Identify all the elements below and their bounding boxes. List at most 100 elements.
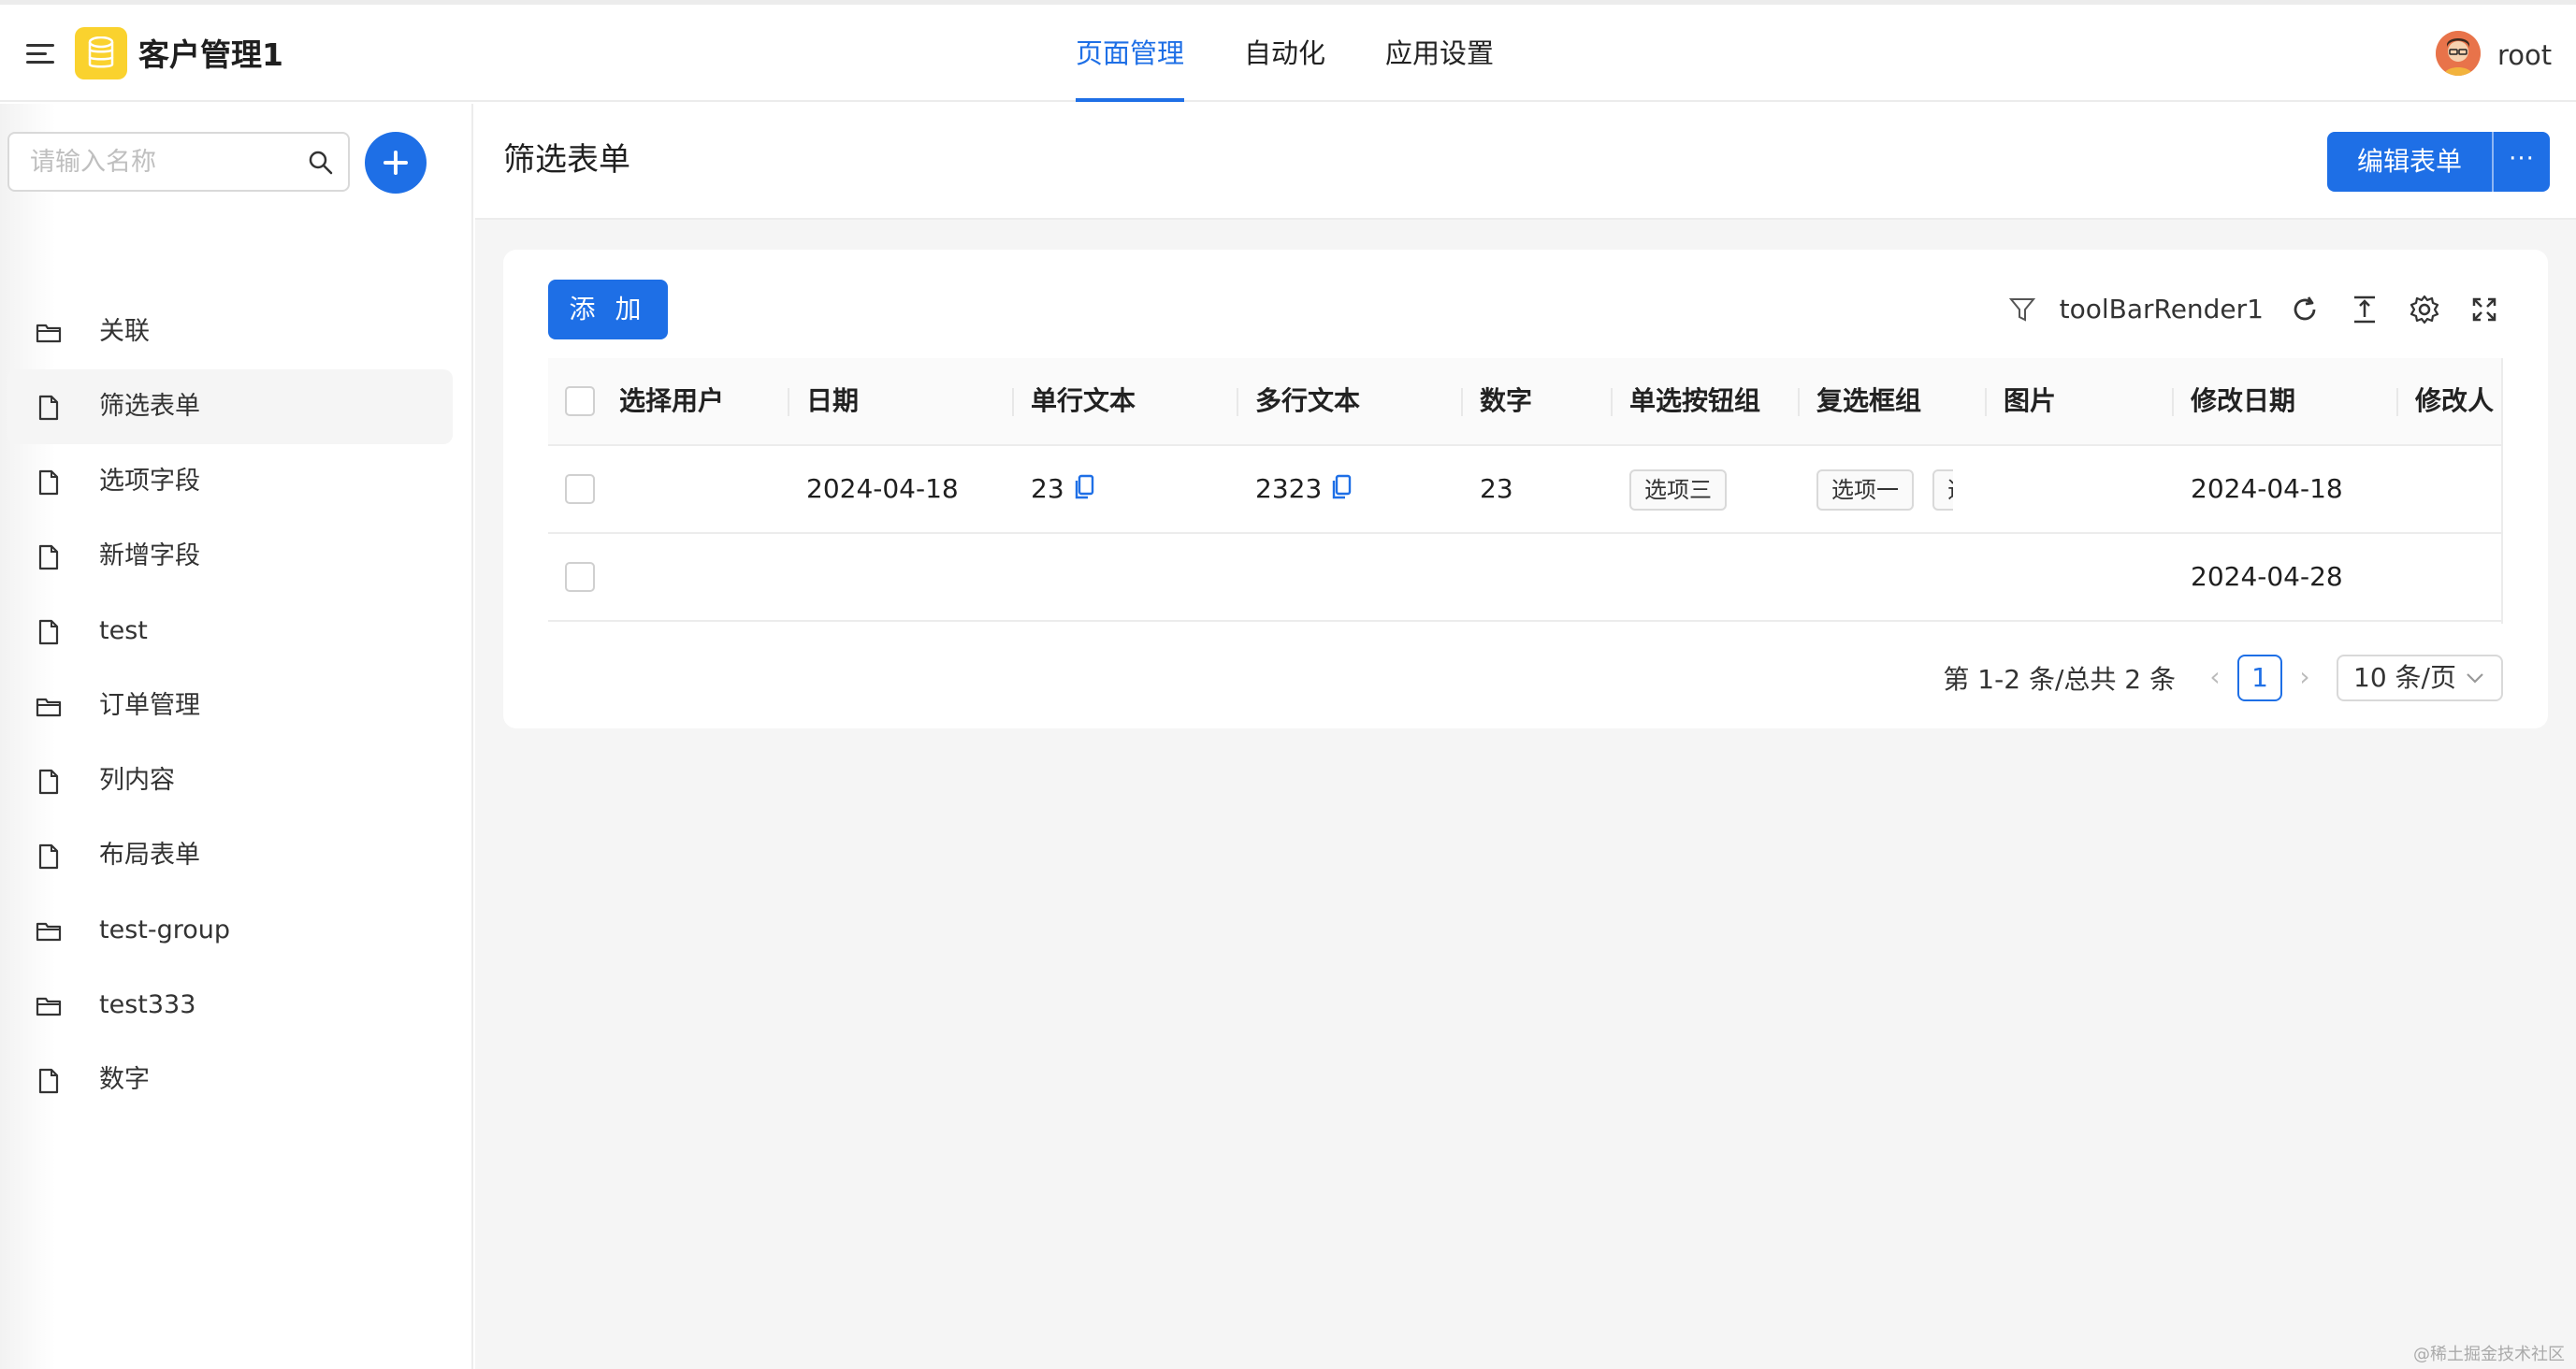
table-row[interactable]: 2024-04-28: [548, 534, 2501, 622]
sidebar-item[interactable]: 选项字段: [7, 444, 453, 519]
sidebar-item-label: 新增字段: [99, 541, 200, 570]
next-page-icon[interactable]: ›: [2292, 654, 2318, 702]
sidebar-item-label: 筛选表单: [99, 392, 200, 421]
cell-multi-text: 2323: [1255, 446, 1352, 532]
folder-icon: [36, 918, 62, 944]
column-header[interactable]: 多行文本: [1255, 358, 1360, 444]
sidebar-item[interactable]: 订单管理: [7, 669, 453, 743]
page-title: 筛选表单: [503, 141, 630, 179]
radio-tag: 选项三: [1629, 469, 1727, 511]
sidebar-item[interactable]: test333: [7, 968, 453, 1043]
checkbox-tag: 选项一: [1816, 469, 1914, 511]
sidebar-item-label: test: [99, 616, 148, 645]
sidebar-item[interactable]: 新增字段: [7, 519, 453, 594]
search-icon[interactable]: [307, 149, 335, 177]
sidebar-item[interactable]: 数字: [7, 1043, 453, 1117]
pagination: 第 1-2 条/总共 2 条 ‹ 1 › 10 条/页: [1943, 654, 2503, 702]
reload-icon[interactable]: [2286, 291, 2323, 328]
sidebar-item[interactable]: 筛选表单: [7, 369, 453, 444]
filter-icon[interactable]: [2004, 291, 2041, 328]
tab-app-settings[interactable]: 应用设置: [1385, 5, 1494, 102]
table-card: 添 加 toolBarRender1 选择用户 日期 单行文本 多行文本 数字 …: [503, 250, 2548, 728]
sidebar-item-label: 订单管理: [99, 691, 200, 720]
pagination-total: 第 1-2 条/总共 2 条: [1943, 664, 2176, 695]
page-size-value: 10 条/页: [2353, 662, 2456, 693]
more-options-button[interactable]: ···: [2492, 132, 2551, 192]
sidebar-item[interactable]: test-group: [7, 893, 453, 968]
cell-single-text-value: 23: [1031, 473, 1064, 504]
edit-button-group: 编辑表单 ···: [2327, 132, 2551, 192]
page-size-select[interactable]: 10 条/页: [2337, 655, 2503, 701]
column-header[interactable]: 日期: [806, 358, 859, 444]
table-row[interactable]: 2024-04-18 23 2323 23 选项三 选项一选 2024-04-1…: [548, 446, 2501, 534]
search-input[interactable]: [30, 141, 292, 182]
column-header[interactable]: 图片: [2004, 358, 2056, 444]
cell-multi-text-value: 2323: [1255, 473, 1323, 504]
folder-icon: [36, 993, 62, 1019]
cell-single-text: 23: [1031, 446, 1094, 532]
file-icon: [36, 769, 62, 795]
column-header[interactable]: 修改日期: [2191, 358, 2295, 444]
file-icon: [36, 544, 62, 570]
edit-form-button[interactable]: 编辑表单: [2327, 132, 2493, 192]
file-icon: [36, 619, 62, 645]
cell-modified-date: 2024-04-28: [2191, 561, 2343, 592]
cell-number: 23: [1480, 473, 1513, 504]
cell-modified-date: 2024-04-18: [2191, 473, 2343, 504]
search-box: [7, 132, 350, 192]
column-header[interactable]: 选择用户: [619, 358, 724, 444]
file-icon: [36, 843, 62, 870]
sidebar: 关联筛选表单选项字段新增字段 test 订单管理列内容布局表单 test-group t…: [0, 104, 473, 1369]
column-height-icon[interactable]: [2346, 291, 2383, 328]
row-checkbox[interactable]: [565, 474, 595, 504]
cell-checkbox-group: 选项一选: [1816, 446, 1953, 532]
add-page-button[interactable]: [365, 132, 427, 194]
sidebar-item-label: 列内容: [99, 766, 175, 795]
avatar[interactable]: [2436, 31, 2481, 76]
file-icon: [36, 469, 62, 496]
settings-icon[interactable]: [2406, 291, 2443, 328]
copy-icon[interactable]: [1331, 474, 1352, 500]
sidebar-item[interactable]: test: [7, 594, 453, 669]
folder-icon: [36, 694, 62, 720]
table-toolbar: toolBarRender1: [2004, 291, 2503, 328]
row-checkbox[interactable]: [565, 562, 595, 592]
folder-icon: [36, 320, 62, 346]
sidebar-item[interactable]: 关联: [7, 295, 453, 369]
database-icon: [75, 27, 127, 79]
chevron-down-icon: [2467, 673, 2483, 684]
prev-page-icon[interactable]: ‹: [2202, 654, 2228, 702]
sidebar-item-label: test-group: [99, 915, 231, 944]
toolbar-render-label: toolBarRender1: [2059, 294, 2264, 324]
fullscreen-icon[interactable]: [2466, 291, 2503, 328]
tab-automation[interactable]: 自动化: [1244, 5, 1325, 102]
sidebar-item[interactable]: 列内容: [7, 743, 453, 818]
sidebar-item-label: test333: [99, 990, 196, 1019]
sidebar-item-label: 数字: [99, 1065, 150, 1094]
add-record-button[interactable]: 添 加: [548, 280, 668, 339]
sidebar-item-label: 布局表单: [99, 841, 200, 870]
main-content: 筛选表单 编辑表单 ··· 添 加 toolBarRender1 选择用户 日期…: [475, 104, 2576, 1369]
column-header[interactable]: 数字: [1480, 358, 1532, 444]
watermark: @稀土掘金技术社区: [2413, 1345, 2565, 1364]
sidebar-item[interactable]: 布局表单: [7, 818, 453, 893]
user-name[interactable]: root: [2497, 38, 2552, 72]
column-header[interactable]: 单选按钮组: [1629, 358, 1760, 444]
sidebar-item-label: 关联: [99, 317, 150, 346]
app-header: 客户管理1 页面管理 自动化 应用设置 root: [0, 5, 2576, 102]
tab-page-management[interactable]: 页面管理: [1076, 5, 1185, 102]
menu-toggle-icon[interactable]: [26, 40, 58, 68]
page-header: 筛选表单 编辑表单 ···: [475, 104, 2576, 220]
table-header: 选择用户 日期 单行文本 多行文本 数字 单选按钮组 复选框组 图片 修改日期 …: [548, 358, 2501, 446]
column-header[interactable]: 修改人: [2415, 358, 2494, 444]
page-tree: 关联筛选表单选项字段新增字段 test 订单管理列内容布局表单 test-group t…: [7, 295, 453, 1117]
data-table: 选择用户 日期 单行文本 多行文本 数字 单选按钮组 复选框组 图片 修改日期 …: [548, 358, 2503, 624]
file-icon: [36, 1068, 62, 1094]
page-number-button[interactable]: 1: [2237, 655, 2282, 701]
copy-icon[interactable]: [1074, 474, 1094, 500]
column-header[interactable]: 单行文本: [1031, 358, 1136, 444]
select-all-checkbox[interactable]: [565, 386, 595, 416]
column-header[interactable]: 复选框组: [1816, 358, 1921, 444]
top-nav: 页面管理 自动化 应用设置: [1076, 5, 1494, 102]
file-icon: [36, 395, 62, 421]
